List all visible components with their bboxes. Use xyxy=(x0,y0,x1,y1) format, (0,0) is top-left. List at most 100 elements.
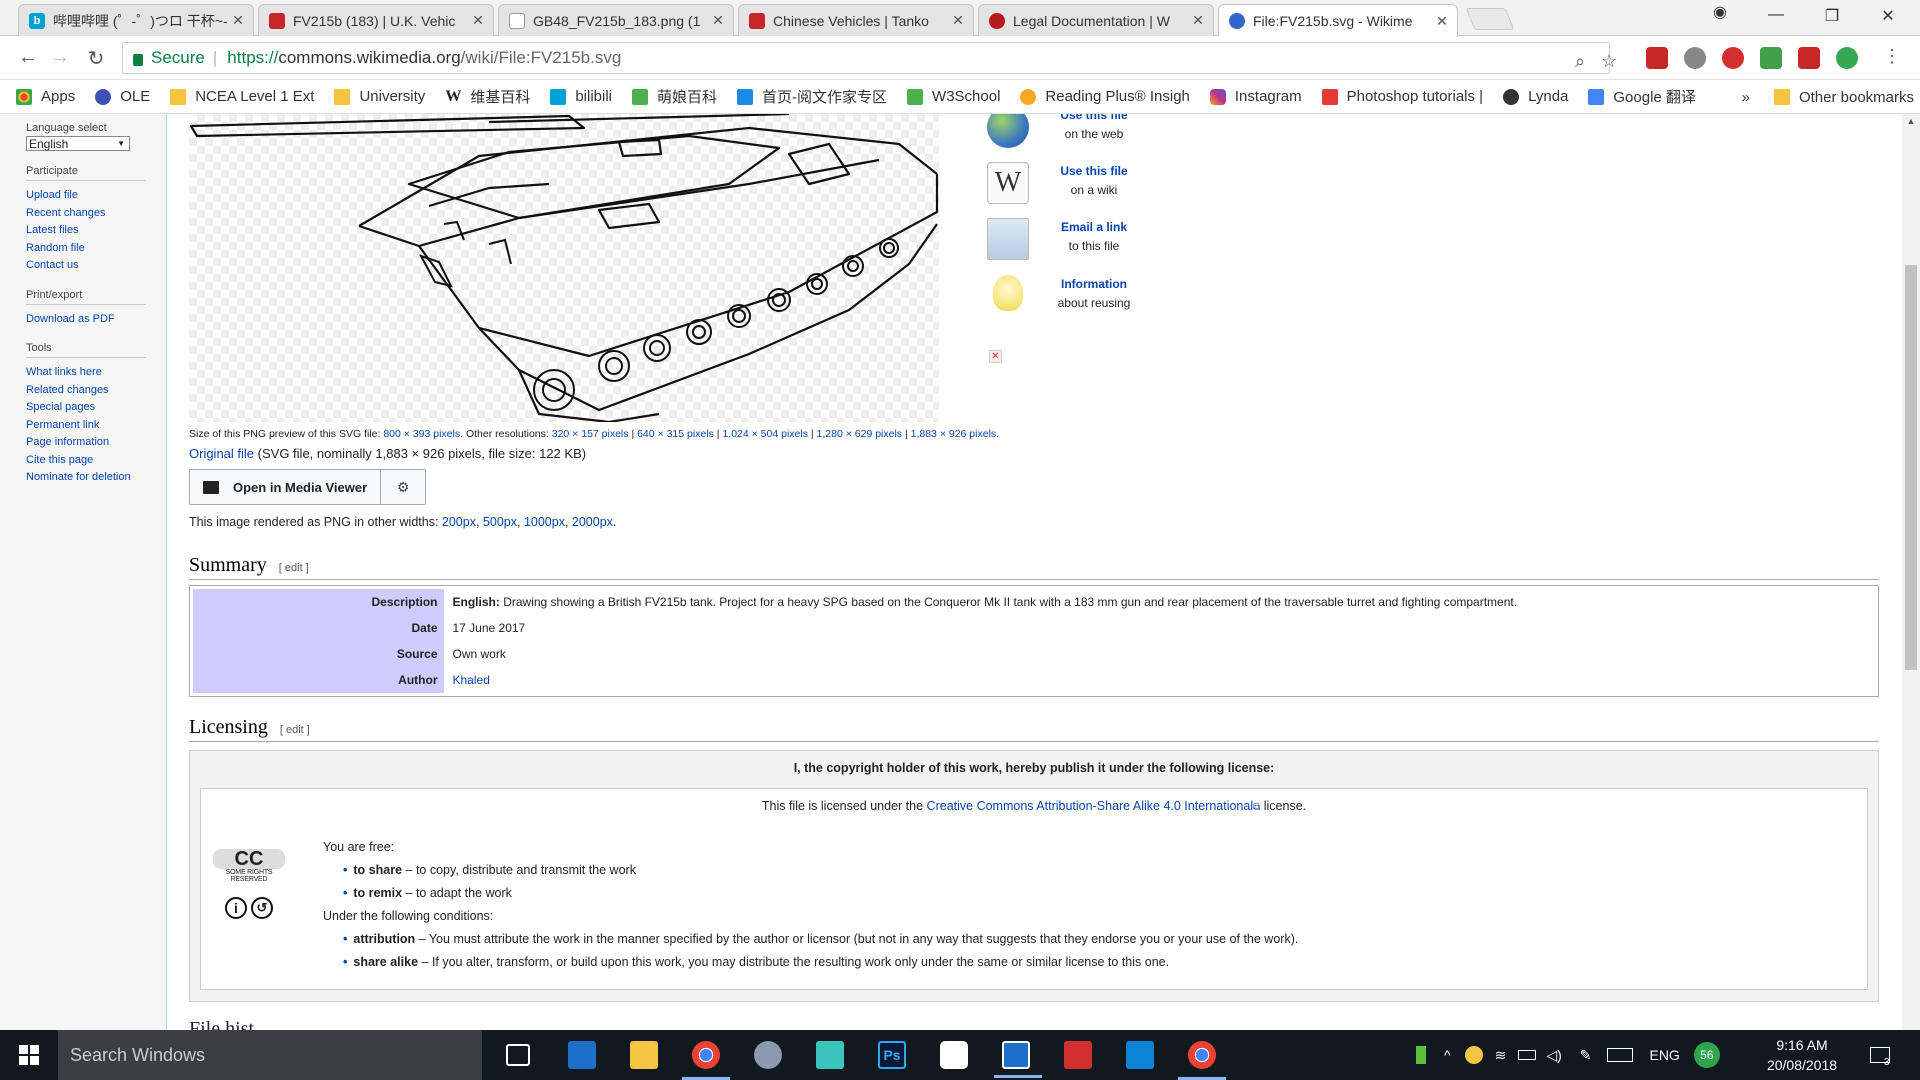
tab-bilibili[interactable]: b 哔哩哔哩 (゜-゜)つロ 干杯~- ✕ xyxy=(18,4,254,36)
sidebar-link-cite-this-page[interactable]: Cite this page xyxy=(26,452,166,470)
resolution-link[interactable]: 1,024 × 504 pixels xyxy=(722,428,808,440)
start-button[interactable] xyxy=(0,1030,58,1080)
download-extension-icon[interactable] xyxy=(1760,47,1782,69)
wifi-icon[interactable]: ≋ xyxy=(1495,1047,1507,1064)
gear-icon[interactable]: ⚙ xyxy=(381,470,425,504)
restore-icon[interactable]: ❐ xyxy=(1812,6,1852,26)
yab-extension-icon[interactable] xyxy=(1722,47,1744,69)
bookmark-ole[interactable]: OLE xyxy=(95,88,150,105)
bookmark-bilibili[interactable]: bilibili xyxy=(550,88,612,105)
cc-license-link[interactable]: Creative Commons Attribution-Share Alike… xyxy=(927,799,1254,813)
profile-icon[interactable]: ◉ xyxy=(1700,2,1740,22)
chrome-icon[interactable] xyxy=(682,1041,730,1080)
pen-icon[interactable]: ✎ xyxy=(1580,1047,1592,1064)
tray-badge[interactable]: 56 xyxy=(1693,1042,1720,1068)
sidebar-link-nominate-deletion[interactable]: Nominate for deletion xyxy=(26,469,166,487)
email-link[interactable]: Email a link to this file xyxy=(987,218,1167,260)
keyboard-icon[interactable] xyxy=(1607,1048,1634,1062)
acrobat-extension-icon[interactable] xyxy=(1646,47,1668,69)
bookmark-folder-university[interactable]: University xyxy=(334,88,425,105)
file-preview-image[interactable] xyxy=(189,114,939,424)
reuse-information[interactable]: Information about reusing xyxy=(987,275,1167,313)
sidebar-link-random-file[interactable]: Random file xyxy=(26,240,166,258)
resolution-link[interactable]: 1,883 × 926 pixels xyxy=(911,428,997,440)
tab-fv215b-tanks[interactable]: FV215b (183) | U.K. Vehic ✕ xyxy=(258,4,494,36)
extension-icon[interactable] xyxy=(1684,47,1706,69)
tab-chinese-vehicles[interactable]: Chinese Vehicles | Tanko ✕ xyxy=(738,4,974,36)
close-window-icon[interactable]: ✕ xyxy=(1868,6,1908,26)
sidebar-link-download-pdf[interactable]: Download as PDF xyxy=(26,311,166,329)
character-app-icon[interactable] xyxy=(816,1041,844,1069)
forward-icon[interactable]: → xyxy=(48,46,72,69)
download-arrow-icon[interactable] xyxy=(1798,47,1820,69)
sidebar-link-recent-changes[interactable]: Recent changes xyxy=(26,205,166,223)
sidebar-link-special-pages[interactable]: Special pages xyxy=(26,399,166,417)
resolution-link[interactable]: 320 × 157 pixels xyxy=(552,428,629,440)
scroll-up-icon[interactable]: ▲ xyxy=(1902,116,1920,126)
menu-icon[interactable]: ⋮ xyxy=(1880,46,1904,67)
original-file-link[interactable]: Original file xyxy=(189,446,254,461)
other-bookmarks[interactable]: Other bookmarks xyxy=(1799,89,1914,106)
chrome-icon-2[interactable] xyxy=(1178,1041,1226,1080)
language-dropdown[interactable]: English ▼ xyxy=(26,136,130,151)
resolution-link[interactable]: 640 × 315 pixels xyxy=(637,428,714,440)
close-tab-icon[interactable]: ✕ xyxy=(1191,12,1205,29)
bookmark-folder-ncea[interactable]: NCEA Level 1 Ext xyxy=(170,88,314,105)
address-bar[interactable]: Secure | https://commons.wikimedia.org/w… xyxy=(122,42,1617,74)
sidebar-link-latest-files[interactable]: Latest files xyxy=(26,222,166,240)
photoshop-icon[interactable]: Ps xyxy=(878,1041,906,1069)
use-file-wiki[interactable]: W Use this file on a wiki xyxy=(987,162,1167,204)
reload-icon[interactable]: ↻ xyxy=(84,46,108,71)
camera-icon[interactable] xyxy=(940,1041,968,1069)
tab-png[interactable]: GB48_FV215b_183.png (1 ✕ xyxy=(498,4,734,36)
edit-summary-link[interactable]: [ edit ] xyxy=(279,562,309,574)
bookmark-yuewen[interactable]: 首页-阅文作家专区 xyxy=(737,86,887,107)
show-hidden-icons-icon[interactable]: ^ xyxy=(1444,1047,1451,1063)
sidebar-link-related-changes[interactable]: Related changes xyxy=(26,382,166,400)
width-link[interactable]: 500px xyxy=(483,515,517,529)
minimize-icon[interactable]: — xyxy=(1756,6,1796,24)
sidebar-link-contact-us[interactable]: Contact us xyxy=(26,257,166,275)
width-link[interactable]: 200px xyxy=(442,515,476,529)
resolution-link[interactable]: 1,280 × 629 pixels xyxy=(817,428,903,440)
battery-app-icon[interactable] xyxy=(1416,1046,1426,1064)
tray-app-icon[interactable] xyxy=(1464,1046,1483,1064)
width-link[interactable]: 2000px xyxy=(572,515,613,529)
youdao-icon[interactable] xyxy=(1064,1041,1092,1069)
close-tab-icon[interactable]: ✕ xyxy=(951,12,965,29)
input-language[interactable]: ENG xyxy=(1649,1047,1679,1063)
author-link[interactable]: Khaled xyxy=(453,673,490,687)
grammarly-icon[interactable] xyxy=(1836,47,1858,69)
close-tab-icon[interactable]: ✕ xyxy=(711,12,725,29)
more-bookmarks-chevron-icon[interactable]: » xyxy=(1742,89,1750,106)
tab-wikimedia-file[interactable]: File:FV215b.svg - Wikime ✕ xyxy=(1218,4,1458,37)
close-tab-icon[interactable]: ✕ xyxy=(231,12,245,29)
sidebar-link-what-links-here[interactable]: What links here xyxy=(26,364,166,382)
instagram-app-icon[interactable] xyxy=(1126,1041,1154,1069)
preview-size-link[interactable]: 800 × 393 pixels xyxy=(383,428,460,440)
tab-legal-documentation[interactable]: Legal Documentation | W ✕ xyxy=(978,4,1214,36)
new-tab-button[interactable] xyxy=(1465,8,1515,30)
bookmark-moegirl[interactable]: 萌娘百科 xyxy=(632,86,717,107)
close-tab-icon[interactable]: ✕ xyxy=(471,12,485,29)
bookmark-apps[interactable]: Apps xyxy=(16,88,75,105)
bookmark-w3school[interactable]: W3School xyxy=(907,88,1000,105)
sidebar-link-permanent-link[interactable]: Permanent link xyxy=(26,417,166,435)
width-link[interactable]: 1000px xyxy=(524,515,565,529)
battery-icon[interactable] xyxy=(1518,1050,1537,1060)
bookmark-star-icon[interactable]: ☆ xyxy=(1601,51,1617,72)
notes-app-icon[interactable] xyxy=(994,1041,1042,1078)
search-icon[interactable]: ⌕ xyxy=(1575,51,1585,72)
file-explorer-icon[interactable] xyxy=(630,1041,658,1069)
control-panel-icon[interactable] xyxy=(568,1041,596,1069)
taskbar-search[interactable]: Search Windows xyxy=(58,1030,482,1080)
bookmark-wikipedia[interactable]: W 维基百科 xyxy=(445,86,530,107)
close-tab-icon[interactable]: ✕ xyxy=(1435,13,1449,30)
volume-icon[interactable]: ◁) xyxy=(1546,1047,1561,1064)
task-view-icon[interactable] xyxy=(506,1044,530,1066)
action-center-icon[interactable]: 3 xyxy=(1870,1030,1890,1080)
clock[interactable]: 9:16 AM 20/08/2018 xyxy=(1766,1035,1838,1075)
sidebar-link-page-information[interactable]: Page information xyxy=(26,434,166,452)
bookmark-reading-plus[interactable]: Reading Plus® Insigh xyxy=(1020,88,1190,105)
open-media-viewer-button[interactable]: Open in Media Viewer xyxy=(190,470,382,504)
